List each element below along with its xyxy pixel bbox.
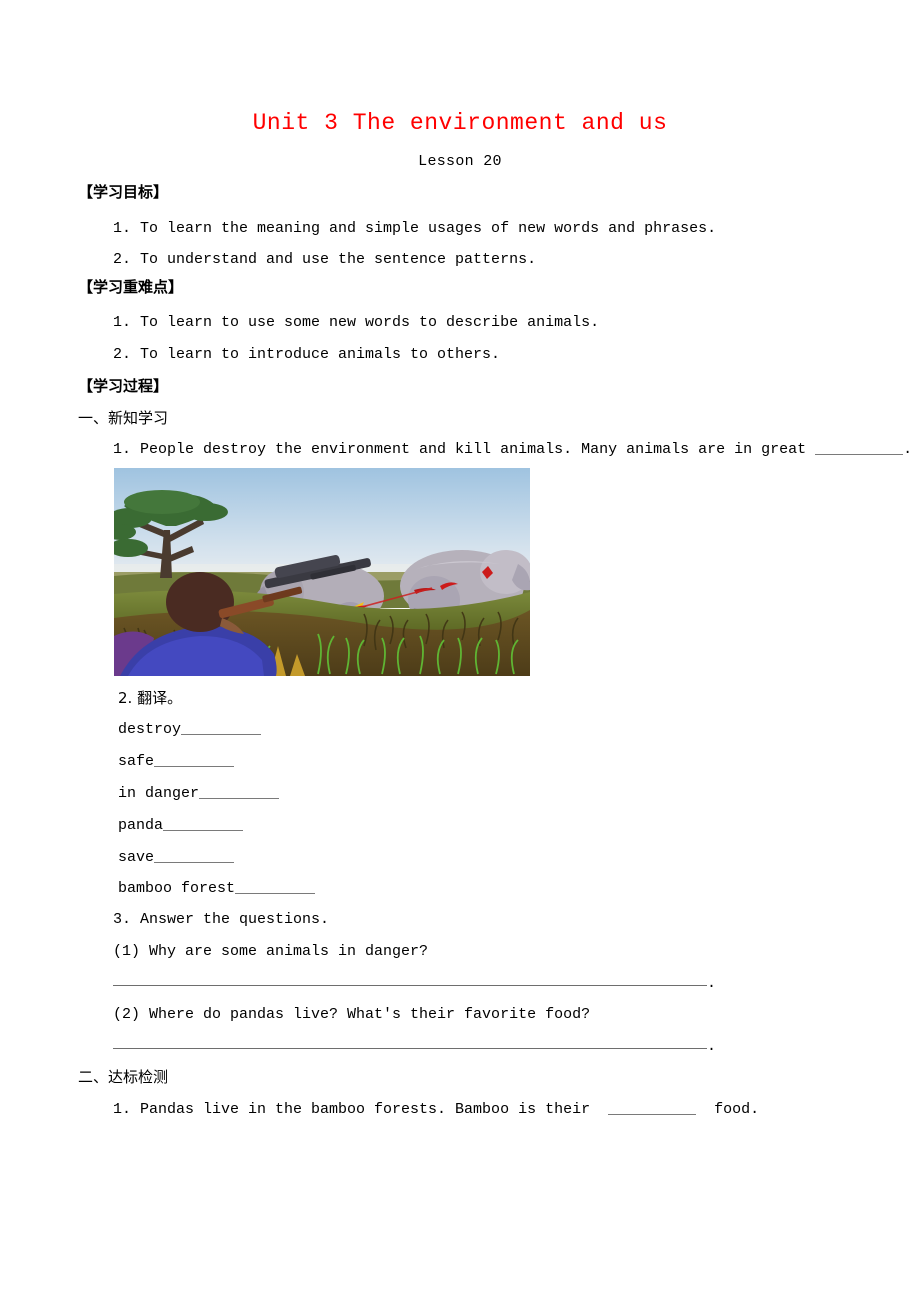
part-two-item-1: 1. Pandas live in the bamboo forests. Ba…: [113, 1101, 759, 1119]
vocab-word-safe: safe: [118, 753, 155, 770]
vocab-blank-bamboo-forest[interactable]: [235, 880, 316, 894]
vocab-blank-destroy[interactable]: [181, 721, 262, 735]
answer-line-1[interactable]: [113, 985, 707, 986]
key-point-item-2: 2. To learn to introduce animals to othe…: [113, 346, 501, 363]
vocab-blank-in-danger[interactable]: [199, 785, 280, 799]
illustration-hunter-shooting-elephants: [114, 468, 530, 676]
process-heading: 【学习过程】: [78, 377, 169, 395]
vocab-blank-save[interactable]: [154, 849, 235, 863]
vocab-word-save: save: [118, 849, 155, 866]
key-point-item-1: 1. To learn to use some new words to des…: [113, 314, 600, 331]
key-points-heading: 【学习重难点】: [78, 278, 184, 296]
page-title: Unit 3 The environment and us: [252, 110, 668, 136]
vocab-word-in-danger: in danger: [118, 785, 200, 802]
answer-questions-heading: 3. Answer the questions.: [113, 911, 330, 928]
vocab-word-panda: panda: [118, 817, 164, 834]
question-2: (2) Where do pandas live? What's their f…: [113, 1006, 591, 1023]
part-one-item-1-text: 1. People destroy the environment and ki…: [113, 441, 807, 458]
vocab-blank-safe[interactable]: [154, 753, 235, 767]
vocab-row-bamboo-forest: bamboo forest: [118, 880, 316, 898]
question-1: (1) Why are some animals in danger?: [113, 943, 429, 960]
answer-line-2[interactable]: [113, 1048, 707, 1049]
vocab-word-destroy: destroy: [118, 721, 182, 738]
worksheet-page: Unit 3 The environment and us Lesson 20 …: [0, 0, 920, 1302]
vocab-row-save: save: [118, 849, 235, 867]
vocab-row-in-danger: in danger: [118, 785, 280, 803]
vocab-row-destroy: destroy: [118, 721, 262, 739]
vocab-blank-panda[interactable]: [163, 817, 244, 831]
objectives-heading: 【学习目标】: [78, 183, 169, 201]
objective-item-2: 2. To understand and use the sentence pa…: [113, 251, 537, 268]
answer-2-period: .: [707, 1038, 717, 1055]
vocab-row-panda: panda: [118, 817, 244, 835]
part-two-item-1-prefix: 1. Pandas live in the bamboo forests. Ba…: [113, 1101, 591, 1118]
part-two-item-1-suffix: food.: [714, 1101, 760, 1118]
fill-blank-great[interactable]: [815, 441, 904, 455]
vocab-word-bamboo-forest: bamboo forest: [118, 880, 236, 897]
part-one-item-1: 1. People destroy the environment and ki…: [113, 441, 912, 459]
vocab-row-safe: safe: [118, 753, 235, 771]
answer-1-period: .: [707, 975, 717, 992]
fill-blank-favorite[interactable]: [608, 1101, 697, 1115]
part-one-item-1-period: .: [903, 441, 913, 458]
part-one-heading: 一、新知学习: [78, 409, 169, 427]
objective-item-1: 1. To learn the meaning and simple usage…: [113, 220, 717, 237]
lesson-subtitle: Lesson 20: [418, 153, 502, 170]
part-two-heading: 二、达标检测: [78, 1068, 169, 1086]
translate-heading: 2. 翻译。: [118, 689, 183, 707]
